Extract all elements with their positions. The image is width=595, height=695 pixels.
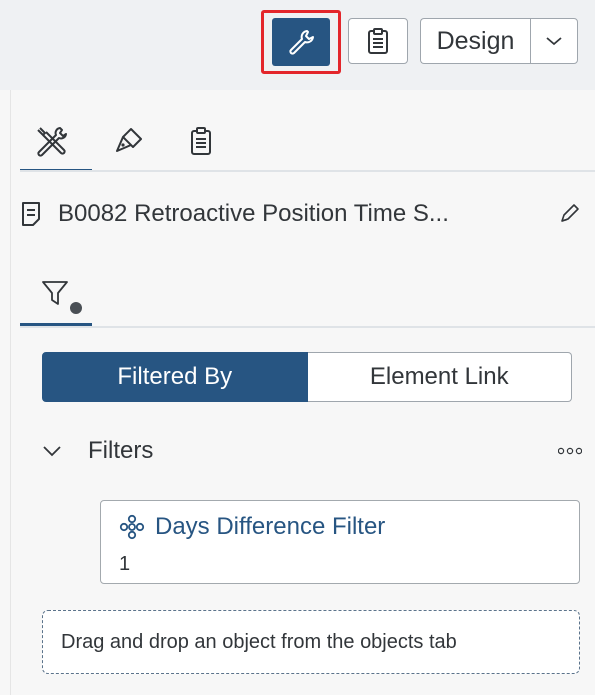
filter-token[interactable]: Days Difference Filter 1 — [100, 500, 580, 584]
pencil-icon[interactable] — [558, 203, 580, 225]
filter-value: 1 — [119, 553, 131, 575]
tab-styling[interactable] — [104, 116, 154, 166]
paint-brush-icon — [116, 128, 142, 152]
filters-section-header[interactable]: Filters — [42, 434, 582, 468]
drop-zone[interactable]: Drag and drop an object from the objects… — [42, 610, 580, 674]
tab-checklist[interactable] — [176, 116, 226, 166]
design-mode-label: Design — [436, 26, 515, 55]
divider — [20, 170, 595, 172]
filtered-by-button[interactable]: Filtered By — [42, 352, 308, 402]
chevron-down-icon — [546, 37, 562, 46]
divider — [20, 326, 595, 328]
story-title: B0082 Retroactive Position Time S... — [58, 200, 449, 227]
calculated-dimension-icon — [119, 514, 145, 540]
clipboard-icon — [191, 127, 211, 155]
clipboard-icon — [368, 28, 388, 54]
wrench-button[interactable] — [272, 18, 330, 66]
filters-heading: Filters — [88, 437, 154, 464]
tab-filters[interactable] — [20, 266, 100, 322]
tools-icon — [37, 127, 67, 157]
more-options-icon[interactable] — [558, 447, 582, 455]
story-header: B0082 Retroactive Position Time S... — [20, 194, 580, 234]
filter-token-title: Days Difference Filter — [119, 513, 385, 541]
drop-zone-text: Drag and drop an object from the objects… — [61, 630, 457, 653]
highlight-frame — [261, 10, 341, 74]
element-link-button[interactable]: Element Link — [307, 352, 572, 402]
panel-edge — [10, 90, 11, 695]
design-mode-dropdown[interactable] — [530, 18, 578, 64]
filter-name: Days Difference Filter — [155, 513, 386, 540]
builder-panel: B0082 Retroactive Position Time S... Fil… — [0, 90, 595, 695]
document-icon — [22, 202, 40, 226]
clipboard-button[interactable] — [348, 18, 408, 64]
wrench-icon — [289, 30, 314, 55]
top-toolbar: Design — [0, 0, 595, 90]
filter-mode-switch: Filtered By Element Link — [42, 352, 572, 402]
filter-icon — [42, 281, 68, 305]
panel-icon-tabs — [20, 112, 595, 172]
design-mode-button[interactable]: Design — [420, 18, 530, 64]
tab-builder[interactable] — [26, 116, 76, 166]
filter-active-dot — [70, 302, 82, 314]
chevron-down-icon[interactable] — [42, 444, 62, 458]
